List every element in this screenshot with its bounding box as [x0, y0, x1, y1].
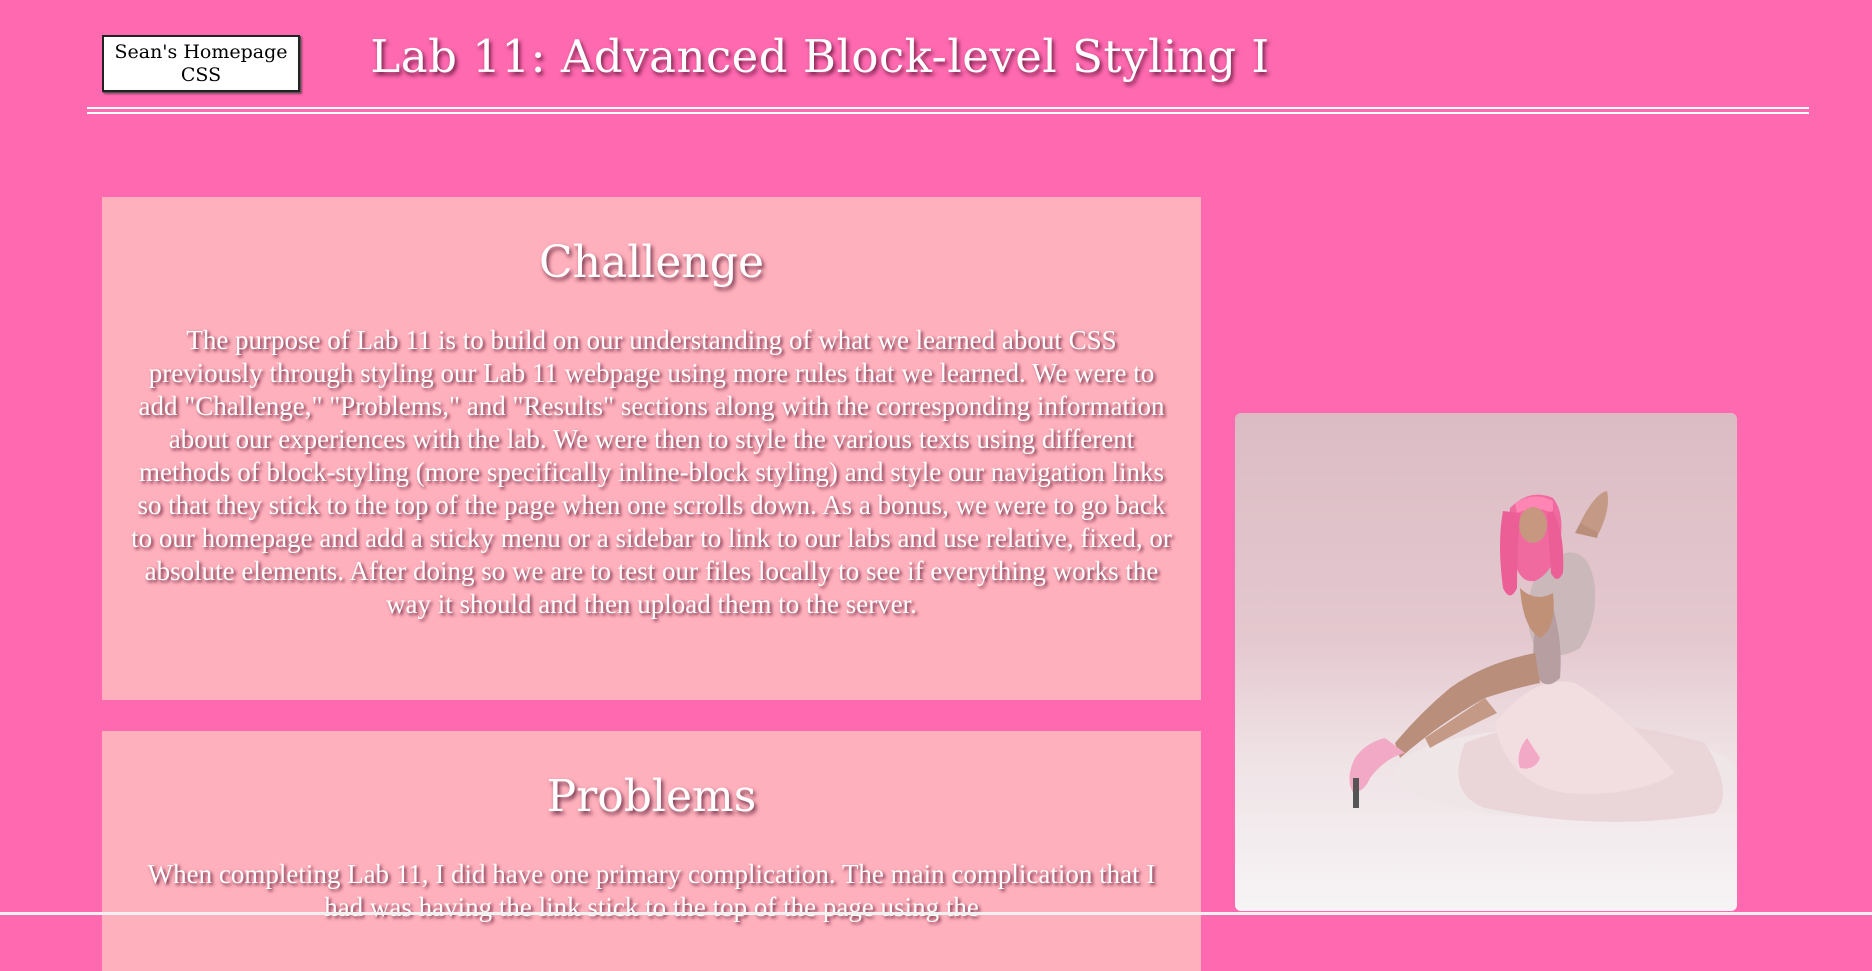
challenge-text: The purpose of Lab 11 is to build on our… — [131, 325, 1172, 619]
title-divider — [87, 107, 1809, 114]
feature-photo — [1235, 413, 1737, 911]
problems-section: Problems When completing Lab 11, I did h… — [102, 731, 1201, 971]
challenge-heading: Challenge — [539, 237, 764, 288]
challenge-section: Challenge The purpose of Lab 11 is to bu… — [102, 197, 1201, 700]
photo-illustration — [1349, 491, 1735, 822]
problems-heading: Problems — [546, 771, 757, 822]
page-title: Lab 11: Advanced Block-level Styling I — [370, 30, 1270, 83]
